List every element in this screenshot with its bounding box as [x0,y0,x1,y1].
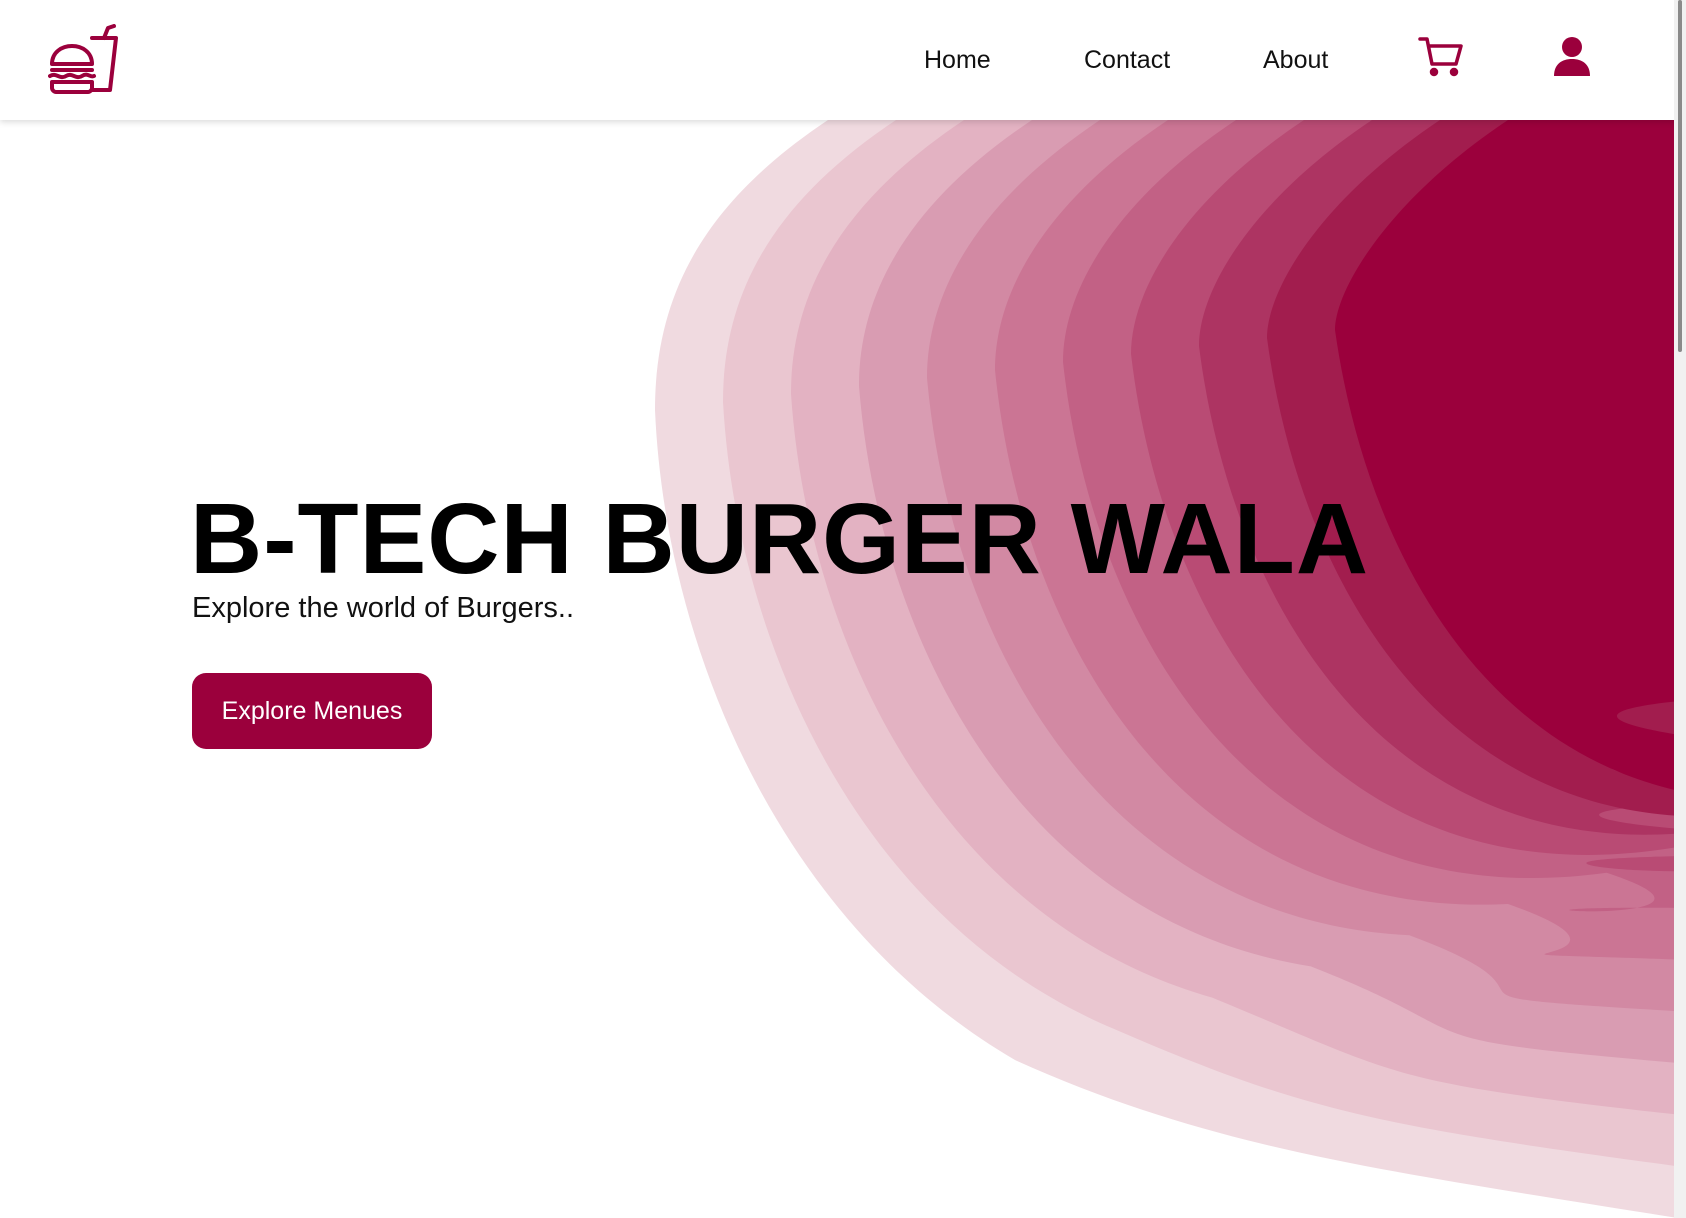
navbar: Home Contact About [0,0,1686,120]
viewport: Home Contact About B-TECH BURGER WALA Ex… [0,0,1686,1218]
hero-title: B-TECH BURGER WALA [190,483,1370,595]
nav-link-home[interactable]: Home [924,44,991,76]
nav-link-about[interactable]: About [1263,44,1328,76]
hero-subtitle: Explore the world of Burgers.. [192,592,575,624]
shopping-cart-icon[interactable] [1418,36,1464,78]
page: Home Contact About B-TECH BURGER WALA Ex… [0,0,1686,1218]
explore-menus-button[interactable]: Explore Menues [192,673,432,749]
scrollbar-thumb[interactable] [1678,0,1682,352]
burger-and-drink-icon[interactable] [48,24,120,96]
nav-link-contact[interactable]: Contact [1084,44,1170,76]
user-icon[interactable] [1552,36,1592,78]
scrollbar[interactable] [1674,0,1686,1218]
